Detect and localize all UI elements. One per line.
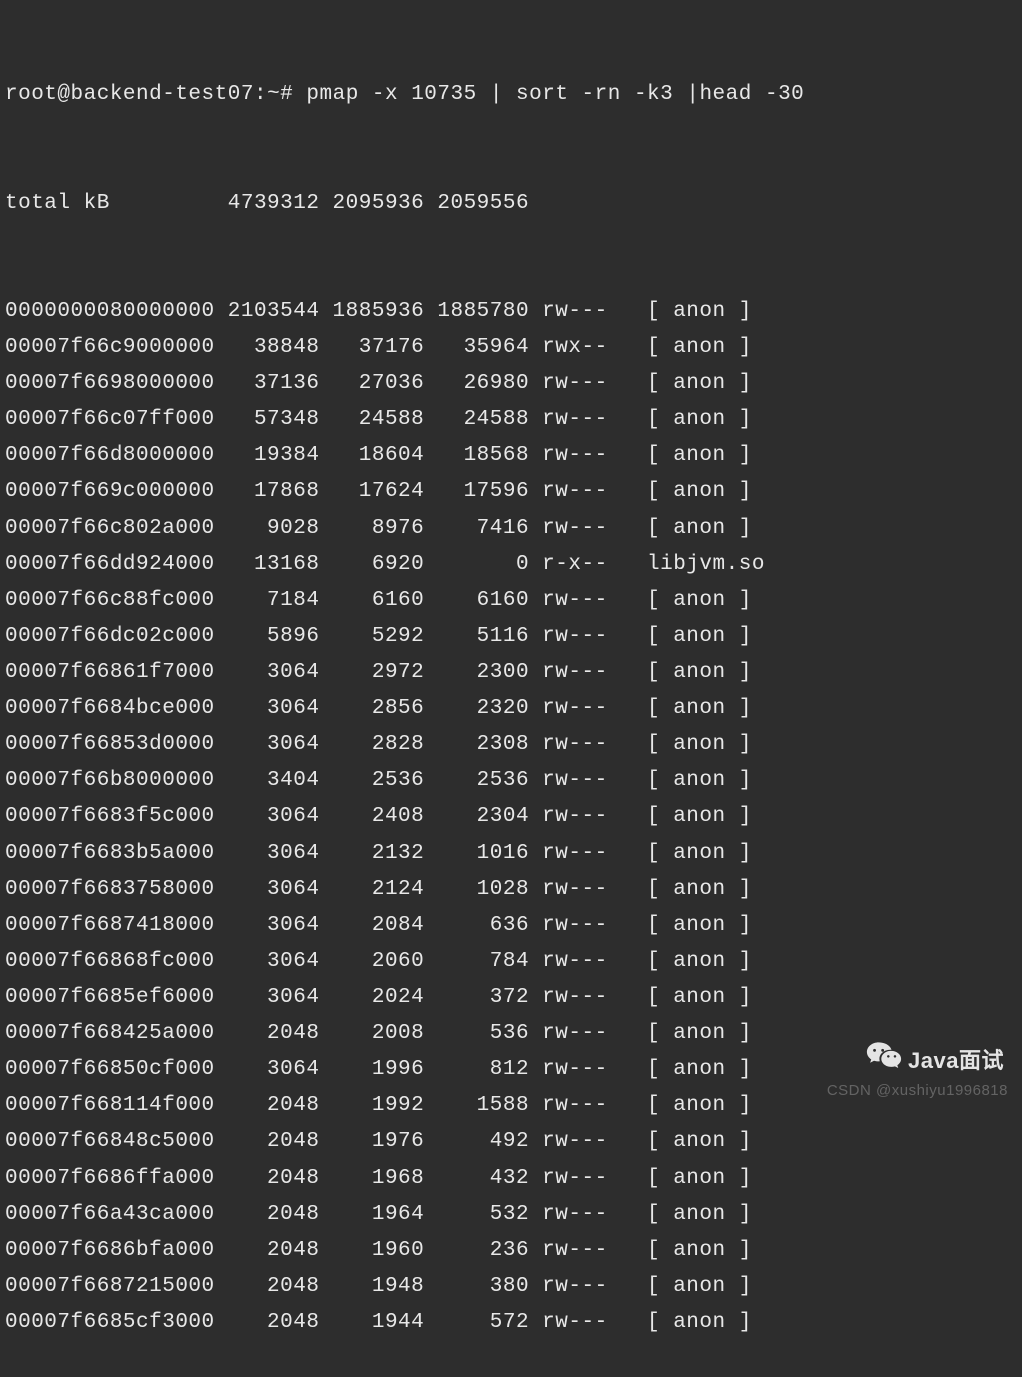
csdn-watermark: CSDN @xushiyu1996818 [827, 1078, 1008, 1104]
memory-map-row: 00007f669c000000 17868 17624 17596 rw---… [5, 474, 1017, 510]
memory-map-row: 00007f6683b5a000 3064 2132 1016 rw--- [ … [5, 836, 1017, 872]
memory-map-row: 00007f6685ef6000 3064 2024 372 rw--- [ a… [5, 980, 1017, 1016]
memory-map-row: 00007f66853d0000 3064 2828 2308 rw--- [ … [5, 727, 1017, 763]
prompt-symbol: # [280, 83, 293, 106]
memory-map-row: 00007f66c9000000 38848 37176 35964 rwx--… [5, 330, 1017, 366]
terminal-output[interactable]: root@backend-test07:~# pmap -x 10735 | s… [5, 5, 1017, 1377]
wechat-watermark: Java面试 [866, 1040, 1004, 1082]
memory-map-row: 00007f6686bfa000 2048 1960 236 rw--- [ a… [5, 1233, 1017, 1269]
prompt-user-host: root@backend-test07 [5, 83, 254, 106]
memory-map-row: 00007f66868fc000 3064 2060 784 rw--- [ a… [5, 944, 1017, 980]
command-text: pmap -x 10735 | sort -rn -k3 |head -30 [306, 83, 804, 106]
memory-map-row: 00007f6687418000 3064 2084 636 rw--- [ a… [5, 908, 1017, 944]
memory-map-row: 00007f66b8000000 3404 2536 2536 rw--- [ … [5, 763, 1017, 799]
memory-map-row: 00007f66dd924000 13168 6920 0 r-x-- libj… [5, 547, 1017, 583]
memory-map-row: 00007f6683f5c000 3064 2408 2304 rw--- [ … [5, 799, 1017, 835]
prompt-line: root@backend-test07:~# pmap -x 10735 | s… [5, 77, 1017, 113]
memory-map-row: 0000000080000000 2103544 1885936 1885780… [5, 294, 1017, 330]
memory-map-row: 00007f6687215000 2048 1948 380 rw--- [ a… [5, 1269, 1017, 1305]
memory-map-row: 00007f6683758000 3064 2124 1028 rw--- [ … [5, 872, 1017, 908]
total-row: total kB 4739312 2095936 2059556 [5, 186, 1017, 222]
wechat-icon [866, 1040, 902, 1082]
memory-map-row: 00007f6685cf3000 2048 1944 572 rw--- [ a… [5, 1305, 1017, 1341]
memory-map-row: 00007f66c07ff000 57348 24588 24588 rw---… [5, 402, 1017, 438]
memory-map-row: 00007f66dc02c000 5896 5292 5116 rw--- [ … [5, 619, 1017, 655]
prompt-cwd: ~ [267, 83, 280, 106]
memory-map-row: 00007f66848c5000 2048 1976 492 rw--- [ a… [5, 1124, 1017, 1160]
memory-map-row: 00007f66c802a000 9028 8976 7416 rw--- [ … [5, 511, 1017, 547]
memory-map-row: 00007f66861f7000 3064 2972 2300 rw--- [ … [5, 655, 1017, 691]
memory-map-row: 00007f6684bce000 3064 2856 2320 rw--- [ … [5, 691, 1017, 727]
memory-map-row: 00007f66c88fc000 7184 6160 6160 rw--- [ … [5, 583, 1017, 619]
wechat-label: Java面试 [908, 1042, 1004, 1080]
memory-map-row: 00007f66a43ca000 2048 1964 532 rw--- [ a… [5, 1197, 1017, 1233]
memory-map-row: 00007f6698000000 37136 27036 26980 rw---… [5, 366, 1017, 402]
memory-map-row: 00007f66d8000000 19384 18604 18568 rw---… [5, 438, 1017, 474]
memory-map-row: 00007f6686ffa000 2048 1968 432 rw--- [ a… [5, 1161, 1017, 1197]
